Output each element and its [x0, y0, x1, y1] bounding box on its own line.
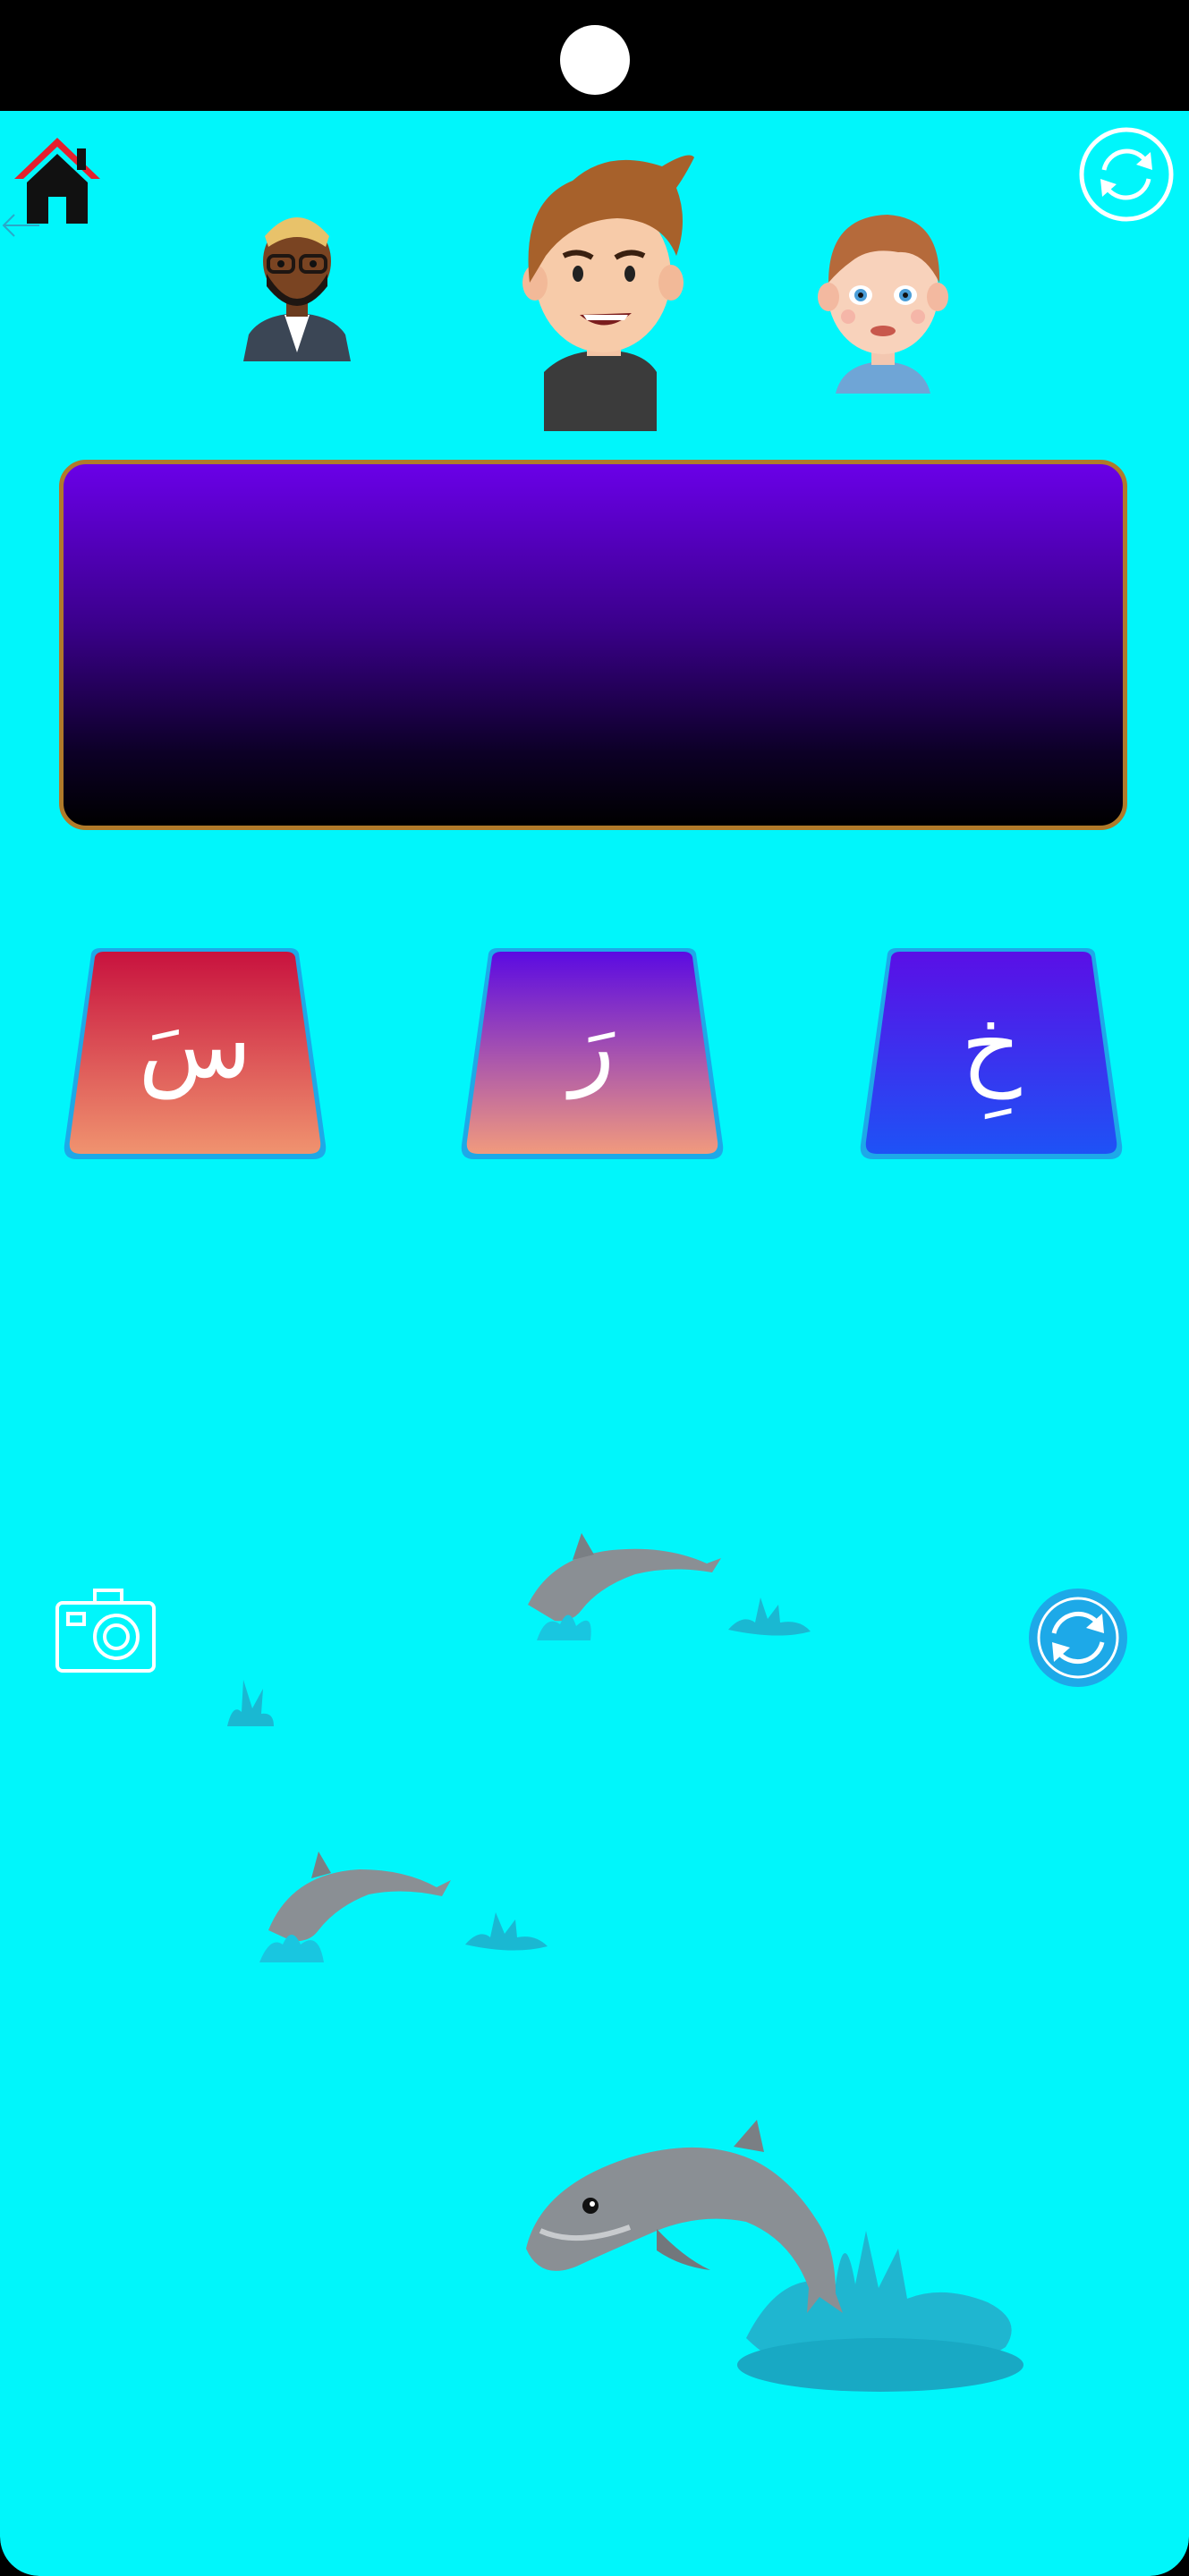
letter-label: رَ	[569, 990, 616, 1099]
letter-card-seen[interactable]: سَ	[61, 948, 329, 1163]
dolphin-small-2	[259, 1852, 451, 1962]
avatar-boy[interactable]	[816, 197, 950, 394]
refresh-icon	[1079, 127, 1174, 222]
refresh-icon	[1029, 1589, 1127, 1687]
camera-button[interactable]	[54, 1587, 157, 1674]
word-display-panel	[59, 460, 1127, 830]
dolphin-large	[526, 2120, 1023, 2392]
app-area: سَ رَ خِ	[0, 111, 1189, 2576]
camera-icon	[55, 1589, 156, 1673]
arrow-left-icon[interactable]	[0, 208, 41, 243]
letter-card-ra[interactable]: رَ	[458, 948, 726, 1163]
water-splash-small-3	[465, 1912, 548, 1951]
water-splash-small-2	[227, 1680, 274, 1726]
letter-label: سَ	[138, 990, 252, 1099]
bearded-man-icon	[243, 217, 351, 361]
boy-icon	[818, 215, 948, 394]
phone-screen: سَ رَ خِ	[0, 0, 1189, 2576]
avatar-bearded-man[interactable]	[234, 200, 360, 361]
letter-card-kha[interactable]: خِ	[857, 948, 1125, 1163]
status-bar	[0, 0, 1189, 111]
water-splash-small-1	[728, 1597, 811, 1636]
letter-label: خِ	[961, 990, 1022, 1099]
refresh-button[interactable]	[1077, 125, 1176, 224]
avatar-young-man[interactable]	[510, 148, 698, 431]
front-camera-notch	[560, 25, 630, 95]
dolphin-small-1	[528, 1533, 721, 1640]
young-man-icon	[522, 155, 694, 431]
refresh-button-bottom[interactable]	[1027, 1587, 1129, 1689]
